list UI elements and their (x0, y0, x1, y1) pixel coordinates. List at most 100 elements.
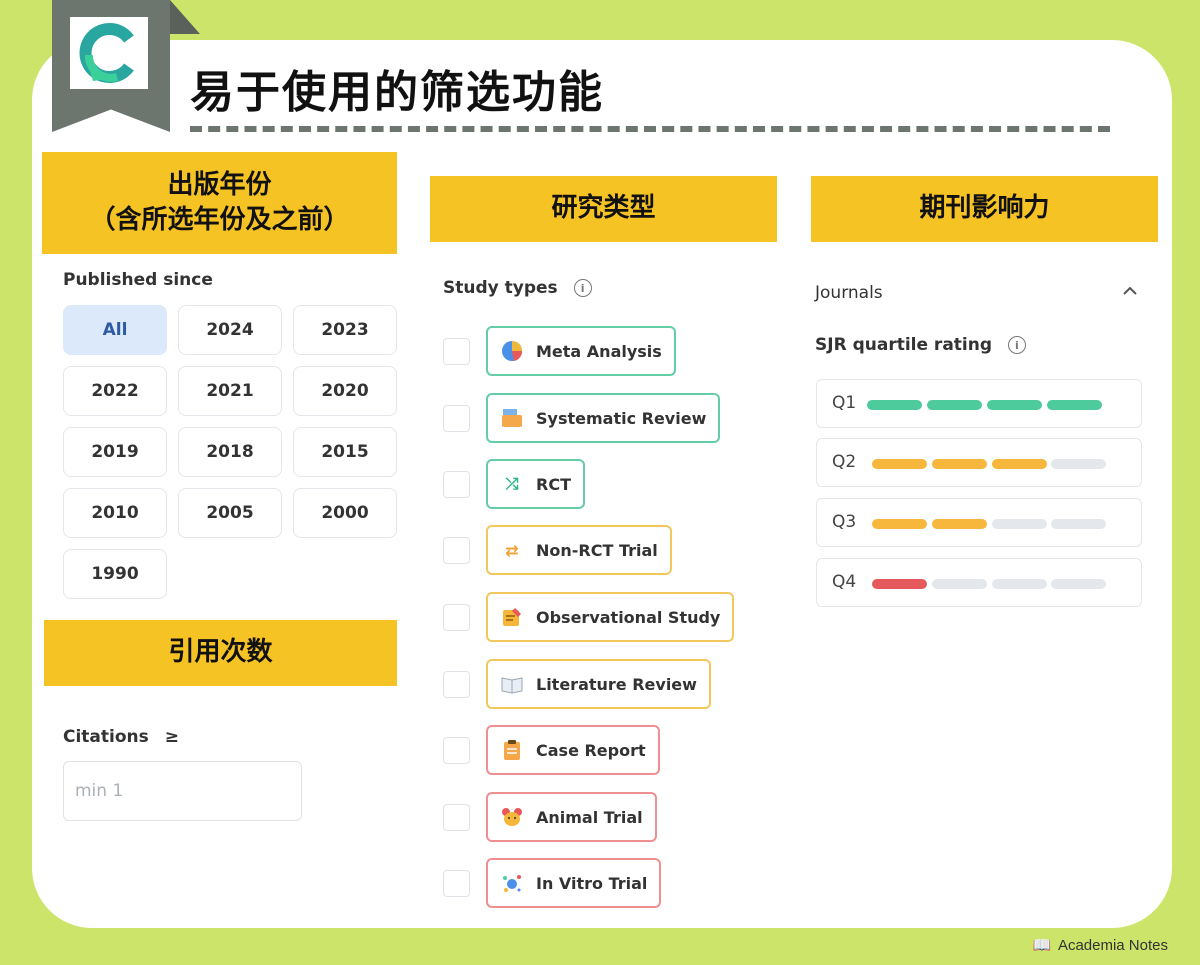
year-option[interactable]: 1990 (63, 549, 167, 599)
study-type-chip[interactable]: ⤮ RCT (486, 459, 585, 509)
published-since-label: Published since (63, 270, 213, 290)
study-type-label: In Vitro Trial (536, 873, 648, 893)
journal-header-text: 期刊影响力 (919, 193, 1050, 224)
study-type-label: Literature Review (536, 674, 697, 694)
quartile-row-q4[interactable]: Q4 (816, 558, 1142, 607)
info-icon[interactable]: i (573, 279, 592, 297)
study-type-label: RCT (536, 474, 571, 494)
study-type-checkbox[interactable] (443, 604, 470, 631)
study-type-checkbox[interactable] (443, 870, 470, 897)
footer-brand: 📖 Academia Notes (1033, 936, 1168, 954)
study-type-chip[interactable]: In Vitro Trial (486, 858, 662, 908)
pie-chart-icon (500, 339, 524, 363)
study-type-chip[interactable]: Systematic Review (486, 393, 721, 443)
study-type-checkbox[interactable] (443, 537, 470, 564)
citations-min-input[interactable]: min 1 (63, 761, 302, 821)
study-type-label: Non-RCT Trial (536, 540, 658, 560)
info-icon[interactable]: i (1007, 336, 1026, 354)
quartile-bar-segment (987, 400, 1042, 410)
chevron-up-icon[interactable] (1121, 282, 1139, 304)
year-column-header: 出版年份 （含所选年份及之前） (42, 152, 397, 254)
year-option[interactable]: 2022 (63, 366, 167, 416)
microbe-icon (500, 871, 524, 895)
page-title: 易于使用的筛选功能 (190, 67, 604, 118)
sjr-label: SJR quartile rating i (815, 335, 1026, 355)
study-types-label: Study types i (443, 278, 592, 298)
study-type-label: Meta Analysis (536, 341, 662, 361)
year-option[interactable]: 2020 (293, 366, 397, 416)
study-header-text: 研究类型 (551, 193, 656, 224)
quartile-bar-segment (992, 459, 1047, 469)
year-option[interactable]: 2005 (178, 488, 282, 538)
quartile-row-q3[interactable]: Q3 (816, 498, 1142, 547)
clipboard-icon (500, 738, 524, 762)
sjr-label-text: SJR quartile rating (815, 335, 993, 355)
year-option-all[interactable]: All (63, 305, 167, 355)
journals-label: Journals (815, 283, 883, 303)
quartile-bar-segment (872, 519, 927, 529)
quartile-bar-segment (932, 579, 987, 589)
quartile-row-q2[interactable]: Q2 (816, 438, 1142, 487)
quartile-bar-segment (1047, 400, 1102, 410)
study-type-label: Case Report (536, 740, 646, 760)
journal-column-header: 期刊影响力 (811, 176, 1158, 242)
citations-header-text: 引用次数 (168, 637, 273, 668)
citations-column-header: 引用次数 (44, 620, 397, 686)
citations-label-text: Citations (63, 727, 149, 747)
citations-label: Citations ≥ (63, 727, 179, 747)
year-option[interactable]: 2019 (63, 427, 167, 477)
quartile-bar-segment (872, 459, 927, 469)
quartile-bar-segment (992, 519, 1047, 529)
consensus-logo (70, 17, 148, 89)
study-type-checkbox[interactable] (443, 338, 470, 365)
bookmark-fold (170, 0, 200, 34)
quartile-label: Q3 (832, 512, 857, 532)
open-book-icon (500, 672, 524, 696)
folder-icon (500, 406, 524, 430)
year-option[interactable]: 2010 (63, 488, 167, 538)
quartile-bar-segment (867, 400, 922, 410)
book-icon: 📖 (1032, 937, 1052, 954)
quartile-bar-segment (1051, 459, 1106, 469)
study-type-label: Animal Trial (536, 807, 643, 827)
quartile-label: Q4 (832, 572, 857, 592)
study-type-checkbox[interactable] (443, 671, 470, 698)
citations-placeholder: min 1 (75, 781, 124, 801)
quartile-bar-segment (992, 579, 1047, 589)
quartile-bar-segment (927, 400, 982, 410)
shuffle-icon: ⤮ (505, 474, 519, 493)
study-types-label-text: Study types (443, 278, 558, 298)
year-option[interactable]: 2000 (293, 488, 397, 538)
study-type-label: Systematic Review (536, 408, 707, 428)
study-type-chip[interactable]: Meta Analysis (486, 326, 676, 376)
year-option[interactable]: 2021 (178, 366, 282, 416)
study-type-checkbox[interactable] (443, 737, 470, 764)
year-header-line2: （含所选年份及之前） (89, 205, 350, 235)
study-type-chip[interactable]: Observational Study (486, 592, 735, 642)
study-type-label: Observational Study (536, 607, 721, 627)
quartile-row-q1[interactable]: Q1 (816, 379, 1142, 428)
year-option[interactable]: 2023 (293, 305, 397, 355)
study-type-checkbox[interactable] (443, 405, 470, 432)
study-type-chip[interactable]: Animal Trial (486, 792, 657, 842)
notepad-icon (500, 605, 524, 629)
mouse-icon (500, 805, 524, 829)
study-type-checkbox[interactable] (443, 471, 470, 498)
quartile-bar-segment (1051, 579, 1106, 589)
footer-brand-text: Academia Notes (1057, 937, 1168, 954)
year-option[interactable]: 2015 (293, 427, 397, 477)
year-option[interactable]: 2024 (178, 305, 282, 355)
title-divider (190, 126, 1110, 132)
quartile-bar-segment (932, 519, 987, 529)
study-type-chip[interactable]: Case Report (486, 725, 660, 775)
year-option[interactable]: 2018 (178, 427, 282, 477)
logo-c-icon (79, 23, 134, 83)
study-column-header: 研究类型 (430, 176, 777, 242)
study-type-checkbox[interactable] (443, 804, 470, 831)
citations-operator: ≥ (164, 727, 179, 747)
study-type-chip[interactable]: ⇄ Non-RCT Trial (486, 525, 672, 575)
study-type-chip[interactable]: Literature Review (486, 659, 711, 709)
quartile-label: Q1 (832, 393, 857, 413)
swap-arrows-icon: ⇄ (505, 540, 519, 560)
quartile-bar-segment (932, 459, 987, 469)
